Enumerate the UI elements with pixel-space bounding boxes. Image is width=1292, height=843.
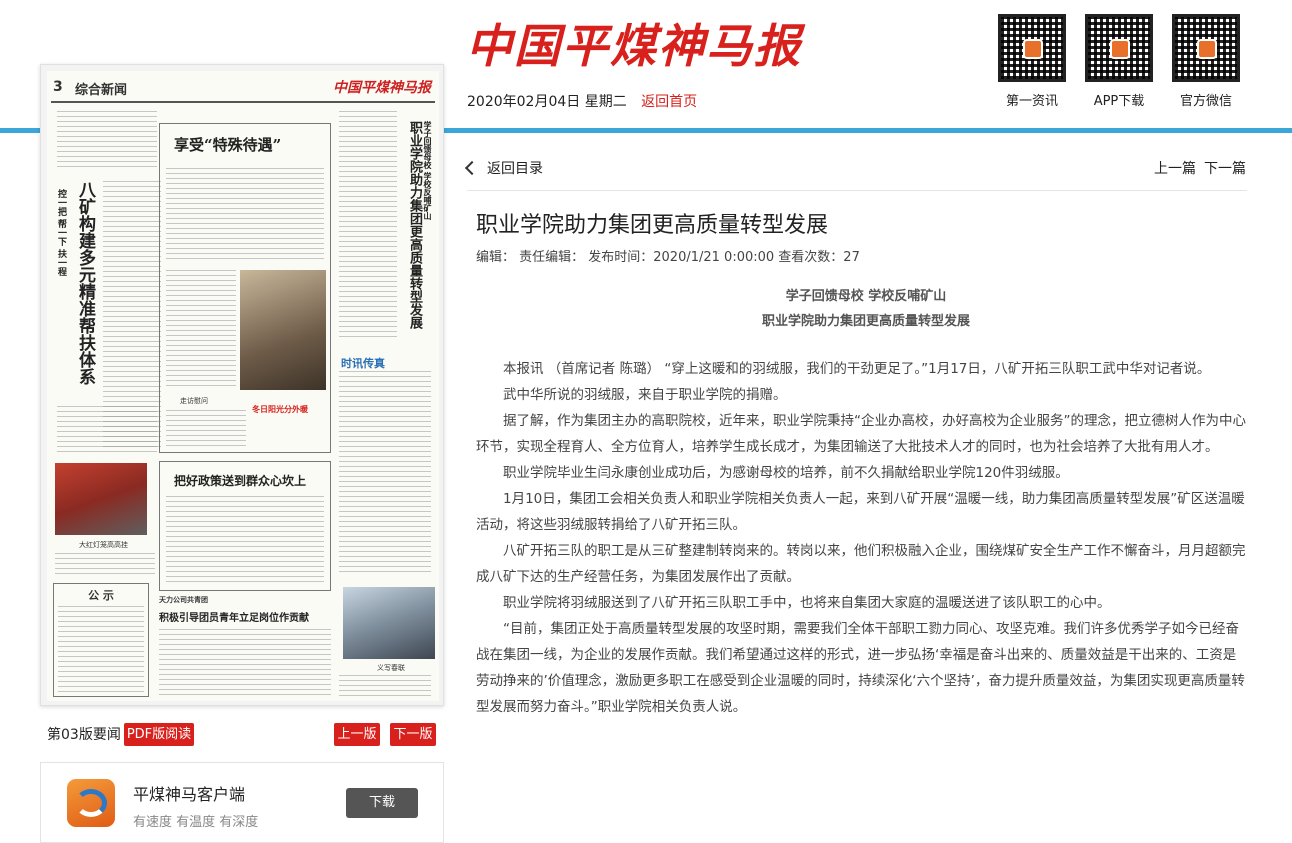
app-slogan: 有速度 有温度 有深度 — [133, 815, 259, 830]
qr-code-icon — [998, 14, 1066, 82]
qr-wechat[interactable]: 官方微信 — [1172, 14, 1240, 109]
dateline: 2020年02月04日 星期二 返回首页 — [467, 91, 697, 111]
app-name: 平煤神马客户端 — [133, 785, 246, 804]
article-paragraph: 据了解，作为集团主办的高职院校，近年来，职业学院秉持“企业办高校，办好高校为企业… — [476, 413, 1246, 455]
page-label: 第03版要闻 — [47, 727, 121, 743]
text-block — [159, 629, 331, 697]
headline-youth[interactable]: 积极引导团员青年立足岗位作贡献 — [159, 609, 309, 624]
article-meta: 编辑： 责任编辑： 发布时间：2020/1/21 0:00:00 查看次数：27 — [476, 250, 860, 265]
headline-main-kicker: 学子回馈母校 学校反哺矿山 — [423, 121, 433, 220]
article-paragraph: 1月10日，集团工会相关负责人和职业学院相关负责人一起，来到八矿开展“温暖一线，… — [476, 491, 1245, 533]
headline-warm: 冬日阳光分外暖 — [252, 405, 308, 414]
article-paragraph: 职业学院将羽绒服送到了八矿开拓三队职工手中，也将来自集团大家庭的温暖送进了该队职… — [503, 595, 1111, 611]
article-subhead: 职业学院助力集团更高质量转型发展 — [761, 314, 970, 329]
page-rule — [51, 101, 435, 103]
caption-couplets: 义写春联 — [377, 664, 405, 672]
newspaper-page-image[interactable]: 3 综合新闻 中国平煤神马报 八矿构建多元精准帮扶体系 控一把 帮一下 扶一程 … — [47, 71, 439, 701]
headline-main[interactable]: 职业学院助力集团更高质量转型发展 — [407, 121, 422, 361]
app-download-button[interactable]: 下载 — [346, 788, 418, 818]
text-block — [166, 168, 324, 260]
text-block — [339, 675, 431, 697]
chevron-left-icon — [464, 160, 480, 176]
page-number: 3 — [53, 79, 63, 95]
qr-label: 第一资讯 — [1005, 94, 1058, 109]
headline-poverty[interactable]: 八矿构建多元精准帮扶体系 — [75, 181, 95, 385]
headline-flash: 时讯传真 — [341, 357, 385, 370]
qr-first-news[interactable]: 第一资讯 — [998, 14, 1066, 109]
next-article-link[interactable]: 下一篇 — [1204, 158, 1246, 178]
headline-poverty-kicker: 控一把 帮一下 扶一程 — [56, 189, 66, 277]
text-block — [58, 606, 144, 692]
headline-special[interactable]: 享受“特殊待遇” — [174, 134, 281, 155]
photo-lanterns[interactable] — [55, 463, 147, 535]
headline-youth-kicker: 天力公司共青团 — [159, 596, 208, 604]
app-logo-icon — [67, 779, 115, 827]
qr-label: APP下载 — [1093, 94, 1145, 109]
photo-visit[interactable] — [240, 270, 326, 390]
photo-couplets[interactable] — [343, 587, 435, 659]
policy-box: 把好政策送到群众心坎上 — [159, 461, 331, 591]
pdf-read-button[interactable]: PDF版阅读 — [124, 723, 194, 746]
prev-article-link[interactable]: 上一篇 — [1154, 158, 1196, 178]
article-body: 本报讯 （首席记者 陈璐） “穿上这暖和的羽绒服，我们的干劲更足了。”1月17日… — [476, 356, 1246, 720]
back-to-toc-label: 返回目录 — [487, 161, 543, 177]
qr-code-icon — [1172, 14, 1240, 82]
article-paragraph: 武中华所说的羽绒服，来自于职业学院的捐赠。 — [503, 387, 787, 403]
qr-code-icon — [1085, 14, 1153, 82]
feature-box: 享受“特殊待遇” 走访慰问 冬日阳光分外暖 — [159, 123, 331, 453]
notice-box: 公 示 — [53, 583, 149, 697]
article-paragraph: “目前，集团正处于高质量转型发展的攻坚时期，需要我们全体干部职工勠力同心、攻坚克… — [476, 621, 1245, 715]
article-title: 职业学院助力集团更高质量转型发展 — [476, 213, 829, 238]
page-section: 综合新闻 — [75, 83, 128, 98]
text-block — [57, 111, 157, 171]
qr-label: 官方微信 — [1179, 94, 1232, 109]
text-block — [57, 406, 157, 456]
nav-divider — [467, 190, 1247, 191]
article-paragraph: 八矿开拓三队的职工是从三矿整建制转岗来的。转岗以来，他们积极融入企业，围绕煤矿安… — [476, 543, 1246, 585]
app-promo-card: 平煤神马客户端 有速度 有温度 有深度 下载 — [40, 762, 444, 843]
page-masthead: 中国平煤神马报 — [333, 80, 431, 96]
next-page-button[interactable]: 下一版 — [390, 723, 436, 746]
prev-page-button[interactable]: 上一版 — [334, 723, 380, 746]
caption-visit: 走访慰问 — [180, 397, 208, 405]
issue-date: 2020年02月04日 星期二 — [467, 94, 627, 110]
site-logo[interactable]: 中国平煤神马报 — [466, 10, 802, 76]
text-block — [166, 270, 236, 390]
notice-title: 公 示 — [88, 589, 114, 602]
text-block — [339, 111, 397, 341]
back-to-toc[interactable]: 返回目录 — [464, 158, 543, 178]
article-paragraph: 职业学院毕业生闫永康创业成功后，为感谢母校的培养，前不久捐献给职业学院120件羽… — [503, 465, 1069, 481]
text-block — [339, 371, 431, 576]
page-preview-panel[interactable]: 3 综合新闻 中国平煤神马报 八矿构建多元精准帮扶体系 控一把 帮一下 扶一程 … — [40, 64, 444, 706]
caption-lanterns: 大红灯笼高高挂 — [79, 541, 128, 549]
text-block — [166, 496, 324, 584]
home-link[interactable]: 返回首页 — [641, 94, 697, 110]
text-block — [166, 410, 246, 446]
headline-policy[interactable]: 把好政策送到群众心坎上 — [174, 472, 306, 489]
article-subhead: 学子回馈母校 学校反哺矿山 — [785, 289, 947, 304]
qr-app-download[interactable]: APP下载 — [1085, 14, 1153, 109]
article-paragraph: 本报讯 （首席记者 陈璐） “穿上这暖和的羽绒服，我们的干劲更足了。”1月17日… — [503, 361, 1211, 377]
text-block — [55, 553, 155, 575]
